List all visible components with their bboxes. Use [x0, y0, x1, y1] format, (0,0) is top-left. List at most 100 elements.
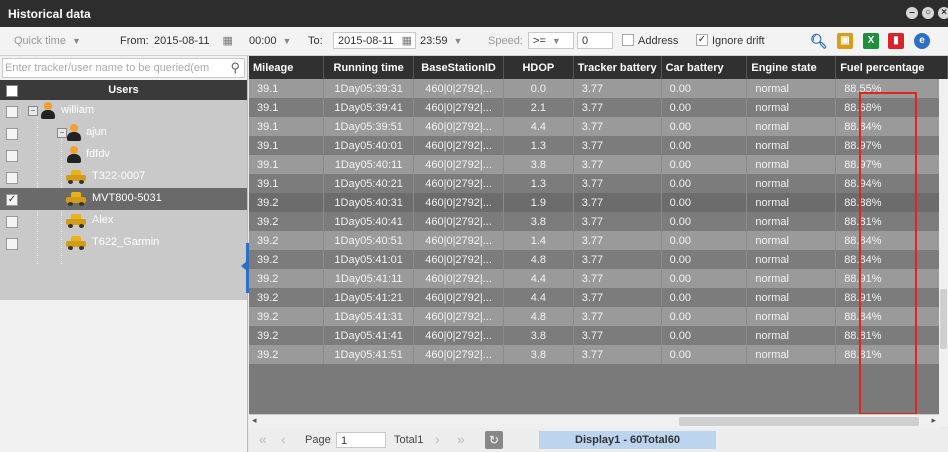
page-number-input[interactable]: 1	[336, 432, 386, 448]
tracker-search-input[interactable]: Enter tracker/user name to be queried(em…	[2, 58, 245, 78]
tree-checkbox[interactable]	[6, 106, 18, 118]
table-cell: 39.1	[249, 174, 325, 193]
table-row[interactable]: 39.2 1Day05:40:41 460|0|2792|... 3.8 3.77 0.0…	[249, 212, 948, 231]
table-cell: 460|0|2792|...	[413, 117, 505, 136]
tree-item-t322-0007[interactable]: T322-0007	[0, 166, 247, 188]
column-header-running-time[interactable]: Running time	[323, 56, 415, 79]
tree-item-william[interactable]: − william	[0, 100, 247, 122]
last-page-icon[interactable]: »	[457, 431, 465, 447]
tree-checkbox[interactable]	[6, 150, 18, 162]
table-row[interactable]: 39.2 1Day05:41:41 460|0|2792|... 3.8 3.77 0.0…	[249, 326, 948, 345]
table-row[interactable]: 39.2 1Day05:41:21 460|0|2792|... 4.4 3.77 0.0…	[249, 288, 948, 307]
excel-icon[interactable]: X	[863, 33, 879, 49]
table-cell: 3.8	[503, 345, 574, 364]
table-row[interactable]: 39.1 1Day05:39:51 460|0|2792|... 4.4 3.77 0.0…	[249, 117, 948, 136]
table-cell: 0.0	[503, 79, 574, 98]
refresh-icon[interactable]: ↻	[485, 431, 503, 449]
column-header-basestation-id[interactable]: BaseStationID	[413, 56, 505, 79]
table-cell: 1Day05:39:31	[323, 79, 415, 98]
tree-checkbox[interactable]	[6, 172, 18, 184]
pdf-icon[interactable]: ▮	[888, 33, 904, 49]
table-row[interactable]: 39.2 1Day05:41:31 460|0|2792|... 4.8 3.77 0.0…	[249, 307, 948, 326]
tree-item-mvt800-5031[interactable]: ✓ MVT800-5031	[0, 188, 247, 210]
table-cell: normal	[746, 345, 837, 364]
column-header-car-battery[interactable]: Car battery	[661, 56, 748, 79]
ie-icon[interactable]: e	[914, 33, 930, 49]
tree-item-alex[interactable]: Alex	[0, 210, 247, 232]
table-cell: 3.77	[573, 98, 662, 117]
column-header-hdop[interactable]: HDOP	[503, 56, 574, 79]
table-row[interactable]: 39.2 1Day05:41:01 460|0|2792|... 4.8 3.77 0.0…	[249, 250, 948, 269]
speed-input[interactable]: 0	[577, 32, 613, 49]
tree-item-t622-garmin[interactable]: T622_Garmin	[0, 232, 247, 254]
table-cell: 1Day05:40:21	[323, 174, 415, 193]
from-date-field[interactable]: 2015-08-11 ▦	[154, 33, 233, 49]
tree-checkbox[interactable]	[6, 216, 18, 228]
collapse-arrow-icon[interactable]	[241, 262, 246, 270]
column-header-engine-state[interactable]: Engine state	[746, 56, 837, 79]
quick-time-dropdown[interactable]: Quick time ▼	[14, 33, 81, 49]
tree-checkbox[interactable]	[6, 238, 18, 250]
vertical-scrollbar[interactable]	[939, 79, 948, 427]
to-label: To:	[308, 35, 323, 47]
table-cell: 88.55%	[835, 79, 948, 98]
table-row[interactable]: 39.1 1Day05:39:41 460|0|2792|... 2.1 3.77 0.0…	[249, 98, 948, 117]
table-cell: normal	[746, 288, 837, 307]
table-cell: 1.4	[503, 231, 574, 250]
calendar-icon[interactable]: ▦	[223, 35, 233, 47]
table-row[interactable]: 39.2 1Day05:41:11 460|0|2792|... 4.4 3.77 0.0…	[249, 269, 948, 288]
scroll-thumb[interactable]	[940, 289, 947, 349]
to-time-dropdown[interactable]: 23:59 ▼	[420, 33, 462, 49]
tree-checkbox[interactable]	[6, 128, 18, 140]
table-row[interactable]: 39.2 1Day05:41:51 460|0|2792|... 3.8 3.77 0.0…	[249, 345, 948, 364]
scroll-right-icon[interactable]: ▸	[931, 415, 936, 426]
table-cell: 3.77	[573, 174, 662, 193]
table-cell: 0.00	[661, 136, 748, 155]
to-date-field[interactable]: 2015-08-11 ▦	[333, 32, 416, 49]
next-page-icon[interactable]: ›	[435, 431, 440, 447]
table-cell: normal	[746, 117, 837, 136]
prev-page-icon[interactable]: ‹	[281, 431, 286, 447]
table-row[interactable]: 39.1 1Day05:39:31 460|0|2792|... 0.0 3.77 0.0…	[249, 79, 948, 98]
scroll-left-icon[interactable]: ◂	[252, 415, 257, 426]
users-header: Users	[0, 80, 247, 100]
map-icon[interactable]: ▣	[837, 33, 853, 49]
table-row[interactable]: 39.1 1Day05:40:21 460|0|2792|... 1.3 3.77 0.0…	[249, 174, 948, 193]
ignore-drift-checkbox[interactable]: ✓ Ignore drift	[696, 33, 765, 49]
table-row[interactable]: 39.2 1Day05:40:31 460|0|2792|... 1.9 3.77 0.0…	[249, 193, 948, 212]
restore-icon[interactable]: ○	[922, 7, 934, 19]
pagination-bar: « ‹ Page 1 Total1 › » ↻ Display1 - 60Tot…	[249, 428, 948, 452]
checkmark-icon[interactable]: ✓	[6, 194, 18, 206]
scroll-thumb[interactable]	[679, 417, 919, 426]
first-page-icon[interactable]: «	[259, 431, 267, 447]
table-row[interactable]: 39.1 1Day05:40:01 460|0|2792|... 1.3 3.77 0.0…	[249, 136, 948, 155]
tree-item-fdfdv[interactable]: fdfdv	[0, 144, 247, 166]
select-all-checkbox[interactable]	[6, 85, 18, 97]
calendar-icon[interactable]: ▦	[402, 33, 412, 48]
column-header-fuel-percentage[interactable]: Fuel percentage	[835, 56, 948, 79]
search-icon[interactable]: 🔍︎	[810, 33, 828, 49]
table-cell: 460|0|2792|...	[413, 79, 505, 98]
column-header-mileage[interactable]: Mileage	[249, 56, 325, 79]
speed-label: Speed:	[488, 35, 523, 47]
table-row[interactable]: 39.2 1Day05:40:51 460|0|2792|... 1.4 3.77 0.0…	[249, 231, 948, 250]
chevron-down-icon: ▼	[71, 36, 81, 46]
address-checkbox[interactable]: Address	[622, 33, 678, 49]
checkbox-icon	[622, 34, 634, 47]
table-cell: 460|0|2792|...	[413, 326, 505, 345]
column-header-tracker-battery[interactable]: Tracker battery	[573, 56, 662, 79]
close-icon[interactable]: ×	[938, 7, 948, 19]
table-cell: 39.1	[249, 155, 325, 174]
table-cell: normal	[746, 326, 837, 345]
minimize-icon[interactable]: –	[906, 7, 918, 19]
from-time-dropdown[interactable]: 00:00 ▼	[249, 33, 291, 49]
table-row[interactable]: 39.1 1Day05:40:11 460|0|2792|... 3.8 3.77 0.0…	[249, 155, 948, 174]
chevron-down-icon: ▼	[282, 36, 292, 46]
table-cell: normal	[746, 250, 837, 269]
horizontal-scrollbar[interactable]: ◂ ▸	[249, 414, 939, 428]
tree-item-ajun[interactable]: − ajun	[0, 122, 247, 144]
speed-operator-dropdown[interactable]: >= ▼	[528, 32, 574, 49]
table-cell: 1Day05:41:01	[323, 250, 415, 269]
collapse-icon[interactable]: −	[28, 106, 38, 116]
search-icon[interactable]: ⚲	[230, 59, 240, 77]
